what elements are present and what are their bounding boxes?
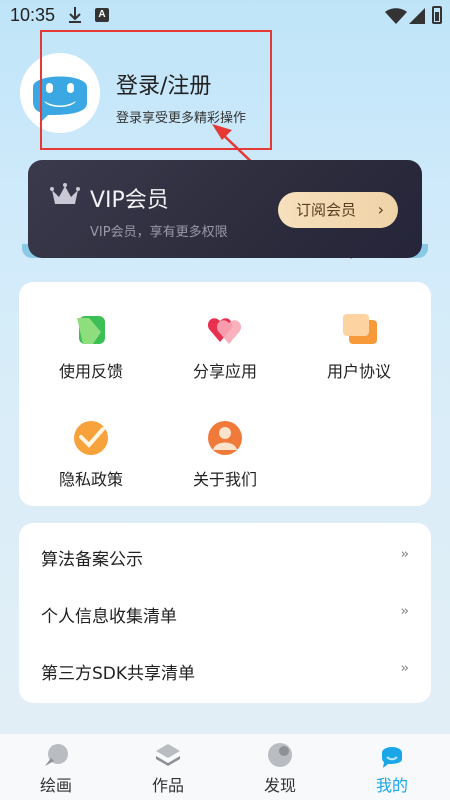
battery-icon [432,6,442,24]
grid-item-about-us[interactable]: 关于我们 [165,420,285,510]
double-chevron-right-icon: ›› [400,661,410,676]
subscribe-vip-button[interactable]: 订阅会员 › [278,192,398,228]
double-chevron-right-icon: ›› [400,604,410,619]
grid-item-label: 关于我们 [192,470,257,489]
heart-share-icon [207,318,242,344]
list-item-personal-info[interactable]: 个人信息收集清单 ›› [19,584,431,642]
info-list-card: 算法备案公示 ›› 个人信息收集清单 ›› 第三方SDK共享清单 ›› [19,523,431,703]
status-bar: 10:35 A [0,0,450,32]
discover-icon [268,743,292,767]
nav-tab-works[interactable]: 作品 [112,734,224,800]
nav-label: 绘画 [39,776,72,795]
brush-icon [45,744,68,766]
grid-item-label: 隐私政策 [58,470,123,489]
nav-tab-mine[interactable]: 我的 [336,734,448,800]
grid-item-privacy[interactable]: 隐私政策 [31,420,151,510]
nav-label: 发现 [263,776,296,795]
chat-agreement-icon [343,314,377,344]
list-item-third-party-sdk[interactable]: 第三方SDK共享清单 ›› [19,641,431,699]
nav-label: 作品 [151,776,184,795]
grid-item-label: 用户协议 [326,362,391,381]
layers-icon [156,744,180,766]
profile-chat-icon [382,747,402,768]
vip-subtitle: VIP会员，享有更多权限 [90,225,228,240]
list-item-label: 个人信息收集清单 [41,607,177,627]
status-time: 10:35 [10,5,56,25]
nav-tab-discover[interactable]: 发现 [224,734,336,800]
wifi-icon [385,8,407,24]
nav-label: 我的 [375,776,408,795]
annotation-highlight-box [40,30,272,150]
feedback-icon [77,316,105,344]
vip-title: VIP会员 [90,188,169,213]
grid-item-feedback[interactable]: 使用反馈 [31,312,151,402]
download-icon [69,7,81,23]
keyboard-a-icon: A [95,8,109,22]
vip-card[interactable]: VIP会员 VIP会员，享有更多权限 订阅会员 › [28,160,422,258]
grid-item-share[interactable]: 分享应用 [165,312,285,402]
check-badge-icon [74,421,108,455]
nav-tab-paint[interactable]: 绘画 [0,734,112,800]
list-item-label: 第三方SDK共享清单 [41,664,196,684]
signal-icon [409,8,425,24]
double-chevron-right-icon: ›› [400,547,410,562]
bottom-nav: 绘画 作品 发现 我的 [0,734,450,800]
person-icon [208,421,242,455]
chevron-right-icon: › [377,200,384,219]
list-item-label: 算法备案公示 [41,550,143,570]
features-grid-card: 使用反馈 分享应用 用户协议 隐私政策 关于我们 [19,282,431,506]
grid-item-label: 分享应用 [192,362,257,381]
crown-icon [50,183,80,204]
grid-item-user-agreement[interactable]: 用户协议 [299,312,419,402]
grid-item-label: 使用反馈 [58,362,123,381]
list-item-algorithm-filing[interactable]: 算法备案公示 ›› [19,527,431,585]
subscribe-vip-label: 订阅会员 [296,201,357,219]
